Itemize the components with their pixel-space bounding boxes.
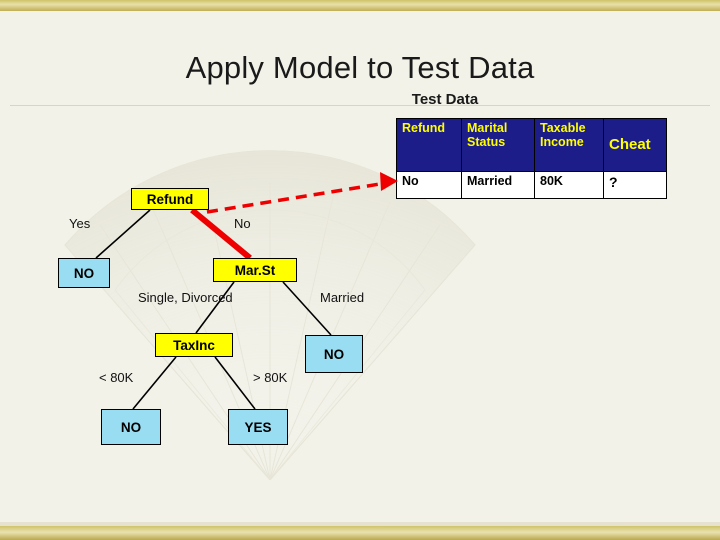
- tree-node-marst[interactable]: Mar.St: [213, 258, 297, 282]
- cell-cheat: ?: [603, 171, 667, 199]
- page-title: Apply Model to Test Data: [185, 50, 535, 85]
- tree-node-no-leaf[interactable]: NO: [101, 409, 161, 445]
- table-header-row: Refund Marital Status Taxable Income Che…: [396, 118, 667, 172]
- th-marital-status: Marital Status: [461, 118, 535, 172]
- tree-node-refund[interactable]: Refund: [131, 188, 209, 210]
- tree-node-yes-leaf[interactable]: YES: [228, 409, 288, 445]
- test-data-table: Refund Marital Status Taxable Income Che…: [396, 118, 667, 199]
- th-marital-line2: Status: [467, 135, 506, 150]
- edge-refund-to-no: [95, 209, 151, 259]
- edge-label-yes: Yes: [69, 216, 91, 231]
- edge-label-gt-80k: > 80K: [253, 370, 288, 385]
- cell-marital: Married: [461, 171, 535, 199]
- edge-label-lt-80k: < 80K: [99, 370, 134, 385]
- edge-taxinc-to-no: [132, 356, 177, 410]
- cell-taxable: 80K: [534, 171, 604, 199]
- cell-refund: No: [396, 171, 462, 199]
- th-refund: Refund: [396, 118, 462, 172]
- edge-label-single-divorced: Single, Divorced: [138, 290, 233, 305]
- edge-taxinc-to-yes: [214, 356, 256, 410]
- edge-label-married: Married: [320, 290, 365, 305]
- table-row: No Married 80K ?: [396, 171, 667, 199]
- top-gold-bar: [0, 0, 720, 11]
- highlight-arrow-line: [206, 181, 387, 214]
- edge-label-no: No: [234, 216, 251, 231]
- th-taxable-line1: Taxable: [540, 121, 586, 135]
- th-taxable-income: Taxable Income: [534, 118, 604, 172]
- test-data-caption: Test Data: [411, 91, 479, 108]
- th-cheat: Cheat: [603, 118, 667, 172]
- tree-node-taxinc[interactable]: TaxInc: [155, 333, 233, 357]
- bottom-gold-bar: [0, 526, 720, 540]
- tree-node-no-left[interactable]: NO: [58, 258, 110, 288]
- slide-canvas: Apply Model to Test Data Test Data Refun…: [0, 0, 720, 540]
- th-taxable-line2: Income: [540, 135, 584, 150]
- tree-node-no-right[interactable]: NO: [305, 335, 363, 373]
- th-marital-line1: Marital: [467, 121, 508, 135]
